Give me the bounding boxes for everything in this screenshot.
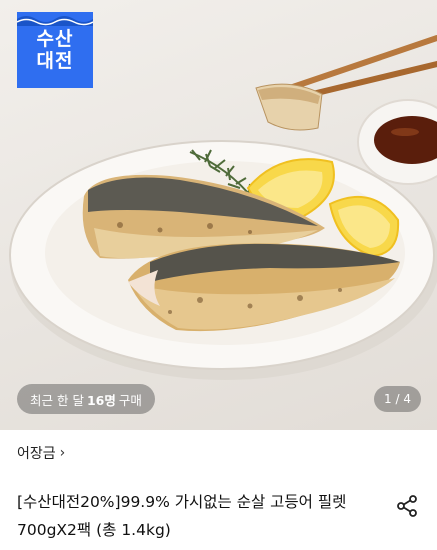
brand-link[interactable]: 어장금 › — [17, 443, 65, 463]
image-page-indicator: 1 / 4 — [374, 386, 421, 412]
product-title: [수산대전20%]99.9% 가시없는 순살 고등어 필렛 700gX2팩 (총… — [17, 488, 387, 544]
chevron-right-icon: › — [59, 445, 66, 461]
product-image-carousel[interactable]: 수산 대전 최근 한 달 16명 구매 1 / 4 — [0, 0, 437, 430]
fisheries-festival-badge: 수산 대전 — [17, 12, 93, 88]
badge-line-1: 수산 — [36, 28, 74, 50]
recent-purchase-badge: 최근 한 달 16명 구매 — [17, 384, 155, 414]
purchase-suffix: 구매 — [118, 392, 142, 408]
badge-line-2: 대전 — [36, 50, 74, 72]
purchase-count: 16명 — [86, 392, 116, 408]
product-title-line-1: [수산대전20%]99.9% 가시없는 순살 고등어 필렛 — [17, 493, 347, 511]
share-icon[interactable] — [395, 494, 419, 518]
brand-name: 어장금 — [17, 446, 56, 462]
product-title-line-2: 700gX2팩 (총 1.4kg) — [17, 521, 171, 539]
purchase-prefix: 최근 한 달 — [30, 392, 84, 408]
wave-icon — [17, 16, 93, 26]
